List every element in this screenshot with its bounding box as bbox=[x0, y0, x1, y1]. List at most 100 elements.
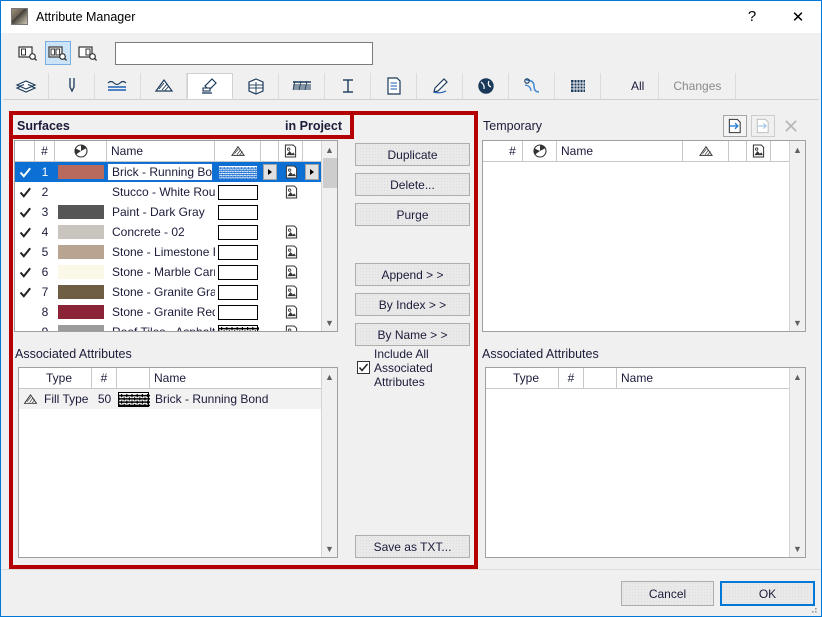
row-checkbox[interactable] bbox=[15, 322, 35, 331]
cancel-button[interactable]: Cancel bbox=[621, 581, 714, 606]
row-name[interactable]: Stone - Granite Red bbox=[107, 302, 215, 322]
by-index-button[interactable]: By Index > > bbox=[355, 293, 470, 316]
row-name[interactable]: Paint - Dark Gray bbox=[107, 202, 215, 222]
temporary-scrollbar[interactable]: ▲ ▼ bbox=[789, 141, 805, 331]
assoc-left-scroll-down-icon[interactable]: ▼ bbox=[325, 540, 334, 557]
row-color-swatch[interactable] bbox=[55, 202, 107, 222]
tab-profiles[interactable] bbox=[279, 73, 325, 99]
row-checkbox[interactable] bbox=[15, 182, 35, 202]
assoc-right-scroll-down-icon[interactable]: ▼ bbox=[793, 540, 802, 557]
tab-layer-combinations[interactable] bbox=[371, 73, 417, 99]
include-all-associated-attributes[interactable]: Include All Associated Attributes bbox=[357, 347, 469, 389]
temporary-list[interactable]: # Name ▲ ▼ bbox=[482, 140, 806, 332]
row-fill-dropdown[interactable] bbox=[261, 162, 279, 182]
duplicate-button[interactable]: Duplicate bbox=[355, 143, 470, 166]
scroll-down-icon[interactable]: ▼ bbox=[325, 314, 334, 331]
search-scope-both-icon[interactable] bbox=[45, 41, 71, 65]
row-texture-dropdown[interactable] bbox=[303, 162, 321, 182]
row-checkbox[interactable] bbox=[15, 202, 35, 222]
row-fill-swatch[interactable] bbox=[215, 322, 261, 331]
row-checkbox[interactable] bbox=[15, 302, 35, 322]
tab-fill-types[interactable] bbox=[141, 73, 187, 99]
table-row[interactable]: 4 Concrete - 02 bbox=[15, 222, 321, 242]
table-row[interactable]: 8 Stone - Granite Red bbox=[15, 302, 321, 322]
tab-building-materials[interactable] bbox=[3, 73, 49, 99]
row-checkbox[interactable] bbox=[15, 222, 35, 242]
assoc-left-list[interactable]: Type # Name Fill Type 50 Brick - Running B… bbox=[18, 367, 338, 558]
row-color-swatch[interactable] bbox=[55, 222, 107, 242]
ok-button[interactable]: OK bbox=[720, 581, 815, 606]
append-button[interactable]: Append > > bbox=[355, 263, 470, 286]
resize-grip-icon[interactable] bbox=[808, 604, 818, 614]
row-checkbox[interactable] bbox=[15, 242, 35, 262]
row-fill-swatch[interactable] bbox=[215, 242, 261, 262]
row-color-swatch[interactable] bbox=[55, 182, 107, 202]
texture-dropdown-arrow-icon[interactable] bbox=[305, 164, 319, 180]
row-color-swatch[interactable] bbox=[55, 302, 107, 322]
table-row[interactable]: 5 Stone - Limestone Fine bbox=[15, 242, 321, 262]
assoc-right-scrollbar[interactable]: ▲ ▼ bbox=[789, 368, 805, 557]
temp-scroll-up-icon[interactable]: ▲ bbox=[793, 141, 802, 158]
tab-composites[interactable] bbox=[233, 73, 279, 99]
row-checkbox[interactable] bbox=[15, 262, 35, 282]
purge-button[interactable]: Purge bbox=[355, 203, 470, 226]
table-row[interactable]: 2 Stucco - White Rough bbox=[15, 182, 321, 202]
row-fill-swatch[interactable] bbox=[215, 282, 261, 302]
row-texture-icon[interactable] bbox=[279, 182, 303, 202]
row-texture-icon[interactable] bbox=[279, 162, 303, 182]
row-name[interactable]: Stone - Marble Carrara W... bbox=[107, 262, 215, 282]
save-as-txt-button[interactable]: Save as TXT... bbox=[355, 535, 470, 558]
search-scope-target-icon[interactable] bbox=[75, 41, 101, 65]
row-name[interactable]: Stone - Granite Gray bbox=[107, 282, 215, 302]
table-row[interactable]: 1 Brick - Running Bond bbox=[15, 162, 321, 182]
tab-text-styles[interactable] bbox=[325, 73, 371, 99]
assoc-right-scroll-up-icon[interactable]: ▲ bbox=[793, 368, 802, 385]
row-color-swatch[interactable] bbox=[55, 162, 107, 182]
help-button[interactable]: ? bbox=[729, 1, 775, 32]
table-row[interactable]: 3 Paint - Dark Gray bbox=[15, 202, 321, 222]
row-texture-icon[interactable] bbox=[279, 242, 303, 262]
surfaces-scrollbar[interactable]: ▲ ▼ bbox=[321, 141, 337, 331]
row-name[interactable]: Roof Tiles - Asphalt Shing... bbox=[107, 322, 215, 331]
row-fill-swatch[interactable] bbox=[215, 182, 261, 202]
tab-pens[interactable] bbox=[49, 73, 95, 99]
tab-pen-sets[interactable] bbox=[417, 73, 463, 99]
row-name[interactable]: Stucco - White Rough bbox=[107, 182, 215, 202]
row-texture-icon[interactable] bbox=[279, 302, 303, 322]
tab-surfaces[interactable] bbox=[187, 73, 233, 99]
tab-grid[interactable] bbox=[555, 73, 601, 99]
tab-line-types[interactable] bbox=[95, 73, 141, 99]
tab-mep-systems[interactable] bbox=[509, 73, 555, 99]
scroll-up-icon[interactable]: ▲ bbox=[325, 141, 334, 158]
row-name[interactable]: Brick - Running Bond bbox=[107, 162, 215, 182]
open-file-icon[interactable] bbox=[723, 115, 747, 137]
table-row[interactable]: 7 Stone - Granite Gray bbox=[15, 282, 321, 302]
assoc-left-scrollbar[interactable]: ▲ ▼ bbox=[321, 368, 337, 557]
tab-zones[interactable] bbox=[463, 73, 509, 99]
tab-all[interactable]: All bbox=[617, 73, 660, 99]
tab-changes[interactable]: Changes bbox=[659, 73, 737, 99]
row-texture-icon[interactable] bbox=[279, 262, 303, 282]
row-texture-icon[interactable] bbox=[279, 222, 303, 242]
row-color-swatch[interactable] bbox=[55, 262, 107, 282]
search-scope-single-icon[interactable] bbox=[15, 41, 41, 65]
row-fill-swatch[interactable] bbox=[215, 262, 261, 282]
include-all-checkbox[interactable] bbox=[357, 361, 370, 374]
surfaces-list[interactable]: # Name 1 Brick - Running Bo 2 Stucco - W… bbox=[14, 140, 338, 332]
row-checkbox[interactable] bbox=[15, 162, 35, 182]
row-fill-swatch[interactable] bbox=[215, 202, 261, 222]
by-name-button[interactable]: By Name > > bbox=[355, 323, 470, 346]
row-fill-swatch[interactable] bbox=[215, 222, 261, 242]
row-color-swatch[interactable] bbox=[55, 242, 107, 262]
row-name[interactable]: Concrete - 02 bbox=[107, 222, 215, 242]
row-texture-icon[interactable] bbox=[279, 202, 303, 222]
table-row[interactable]: 9 Roof Tiles - Asphalt Shing... bbox=[15, 322, 321, 331]
row-fill-swatch[interactable] bbox=[215, 302, 261, 322]
row-color-swatch[interactable] bbox=[55, 322, 107, 331]
fill-dropdown-arrow-icon[interactable] bbox=[263, 164, 277, 180]
name-edit-field[interactable]: Brick - Running Bond bbox=[107, 163, 213, 181]
temp-scroll-down-icon[interactable]: ▼ bbox=[793, 314, 802, 331]
table-row[interactable]: Fill Type 50 Brick - Running Bond bbox=[19, 389, 321, 409]
assoc-left-scroll-up-icon[interactable]: ▲ bbox=[325, 368, 334, 385]
row-texture-icon[interactable] bbox=[279, 322, 303, 331]
